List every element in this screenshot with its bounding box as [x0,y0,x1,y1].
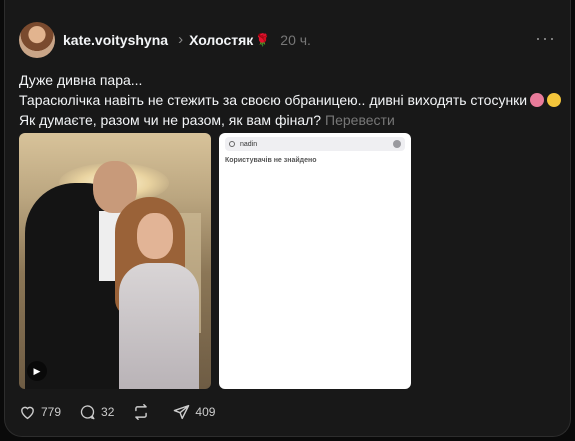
post-line-3: Як думаєте, разом чи не разом, як вам фі… [19,112,395,128]
search-icon [229,141,235,147]
chevron-right-icon: › [178,31,184,48]
username-link[interactable]: kate.voityshyna [63,32,168,48]
translate-link[interactable]: Перевести [325,112,395,128]
comment-count: 32 [101,405,115,419]
post-card: kate.voityshyna › Холостяк 🌹 20 ч. ··· Д… [4,0,571,437]
search-screenshot-image[interactable]: nadin Користувачів не знайдено [219,133,411,389]
rofl-emoji-icon [547,93,562,107]
comment-icon [80,405,95,420]
share-button[interactable]: 409 [173,404,215,420]
post-line-2: Тарасюлічка навіть не стежить за своєю о… [19,90,562,110]
like-count: 779 [41,405,62,419]
empty-state-text: Користувачів не знайдено [225,157,317,164]
clear-icon [393,140,401,148]
repost-button[interactable] [132,404,155,420]
send-icon [174,404,190,420]
comment-button[interactable]: 32 [79,404,114,420]
share-count: 409 [195,405,216,419]
play-icon[interactable]: ▶ [27,361,47,381]
repost-icon [135,404,148,420]
post-text: Дуже дивна пара... Тарасюлічка навіть не… [19,70,562,130]
search-query: nadin [240,140,258,148]
shy-monkey-emoji-icon [530,93,545,107]
heart-icon [21,406,34,420]
rose-emoji: 🌹 [255,32,271,47]
search-bar: nadin [225,137,405,151]
post-header: kate.voityshyna › Холостяк 🌹 20 ч. [63,31,311,48]
avatar[interactable] [19,22,55,58]
post-line-1: Дуже дивна пара... [19,72,143,88]
topic-link[interactable]: Холостяк [189,32,253,48]
like-button[interactable]: 779 [19,404,61,420]
more-options-icon[interactable]: ··· [535,28,556,49]
couple-photo[interactable]: ▶ [19,133,211,389]
action-bar: 779 32 409 [19,404,233,420]
post-time[interactable]: 20 ч. [280,32,311,48]
